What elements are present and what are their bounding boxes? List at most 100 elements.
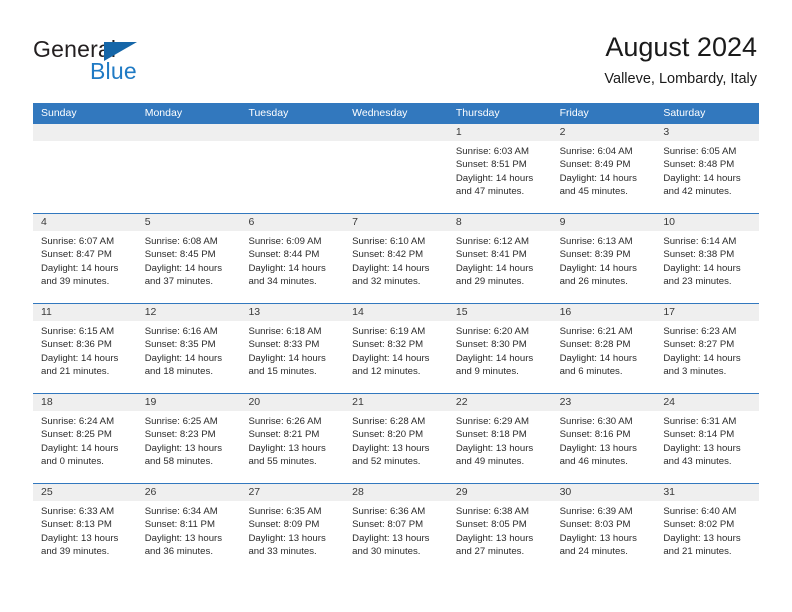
day-cell[interactable]: 7 Sunrise: 6:10 AM Sunset: 8:42 PM Daylight… bbox=[344, 214, 448, 303]
weekday-header-sunday: Sunday bbox=[41, 107, 77, 119]
day-cell[interactable]: 30 Sunrise: 6:39 AM Sunset: 8:03 PM Dayligh… bbox=[551, 484, 656, 573]
day-number: 9 bbox=[551, 214, 656, 231]
day-detail-line: Daylight: 13 hours bbox=[144, 442, 223, 454]
day-details: Sunrise: 6:34 AM Sunset: 8:11 PM Daylight:… bbox=[137, 501, 241, 559]
day-cell[interactable]: 25 Sunrise: 6:33 AM Sunset: 8:13 PM Dayligh… bbox=[33, 484, 137, 573]
day-cell[interactable]: 12 Sunrise: 6:16 AM Sunset: 8:35 PM Dayligh… bbox=[136, 304, 241, 393]
day-cell[interactable]: 13 Sunrise: 6:18 AM Sunset: 8:33 PM Dayligh… bbox=[240, 304, 345, 393]
day-details: Sunrise: 6:33 AM Sunset: 8:13 PM Daylight:… bbox=[33, 501, 137, 559]
day-cell[interactable]: 19 Sunrise: 6:25 AM Sunset: 8:23 PM Dayligh… bbox=[136, 394, 241, 483]
day-cell[interactable]: 15 Sunrise: 6:20 AM Sunset: 8:30 PM Dayligh… bbox=[447, 304, 552, 393]
day-details bbox=[240, 141, 344, 145]
day-detail-line: and 26 minutes. bbox=[559, 276, 628, 288]
calendar-week-row: 11 Sunrise: 6:15 AM Sunset: 8:36 PM Dayligh… bbox=[33, 303, 760, 393]
day-number: 11 bbox=[33, 304, 137, 321]
day-detail-line: and 30 minutes. bbox=[352, 546, 421, 558]
day-details: Sunrise: 6:05 AM Sunset: 8:48 PM Daylight:… bbox=[655, 141, 759, 199]
day-number: 7 bbox=[344, 214, 448, 231]
day-cell[interactable]: 9 Sunrise: 6:13 AM Sunset: 8:39 PM Daylight… bbox=[551, 214, 656, 303]
day-number: 16 bbox=[551, 304, 656, 321]
day-detail-line: Sunset: 8:39 PM bbox=[559, 249, 631, 261]
day-detail-line: and 39 minutes. bbox=[41, 276, 110, 288]
day-cell[interactable]: 17 Sunrise: 6:23 AM Sunset: 8:27 PM Dayligh… bbox=[655, 304, 760, 393]
day-details: Sunrise: 6:14 AM Sunset: 8:38 PM Daylight:… bbox=[655, 231, 759, 289]
day-detail-line: Sunset: 8:45 PM bbox=[144, 249, 216, 261]
day-details: Sunrise: 6:25 AM Sunset: 8:23 PM Daylight:… bbox=[137, 411, 241, 469]
day-details: Sunrise: 6:08 AM Sunset: 8:45 PM Daylight:… bbox=[137, 231, 241, 289]
day-details: Sunrise: 6:16 AM Sunset: 8:35 PM Daylight:… bbox=[137, 321, 241, 379]
day-detail-line: Sunset: 8:49 PM bbox=[559, 159, 631, 171]
day-detail-line: Daylight: 13 hours bbox=[352, 532, 430, 544]
day-detail-line: Daylight: 13 hours bbox=[144, 532, 223, 544]
page-subtitle: Valleve, Lombardy, Italy bbox=[604, 71, 757, 87]
day-cell[interactable]: 20 Sunrise: 6:26 AM Sunset: 8:21 PM Dayligh… bbox=[240, 394, 345, 483]
calendar-week-inner: 18 Sunrise: 6:24 AM Sunset: 8:25 PM Dayligh… bbox=[33, 394, 760, 483]
day-cell[interactable]: 1 Sunrise: 6:03 AM Sunset: 8:51 PM Daylight… bbox=[447, 124, 552, 213]
day-detail-line: Sunset: 8:38 PM bbox=[663, 249, 735, 261]
day-detail-line: Sunrise: 6:04 AM bbox=[559, 146, 633, 157]
day-detail-line: Sunset: 8:16 PM bbox=[559, 429, 631, 441]
day-cell[interactable]: 16 Sunrise: 6:21 AM Sunset: 8:28 PM Dayligh… bbox=[551, 304, 656, 393]
day-number: 10 bbox=[655, 214, 760, 231]
day-detail-line: Daylight: 13 hours bbox=[663, 442, 741, 454]
day-cell[interactable]: 6 Sunrise: 6:09 AM Sunset: 8:44 PM Daylight… bbox=[240, 214, 345, 303]
day-number: 12 bbox=[136, 304, 241, 321]
day-detail-line: Daylight: 14 hours bbox=[144, 352, 223, 364]
calendar-week-row: 4 Sunrise: 6:07 AM Sunset: 8:47 PM Daylight… bbox=[33, 213, 760, 303]
day-cell[interactable]: 4 Sunrise: 6:07 AM Sunset: 8:47 PM Daylight… bbox=[33, 214, 137, 303]
day-number: 15 bbox=[447, 304, 552, 321]
day-cell[interactable]: 28 Sunrise: 6:36 AM Sunset: 8:07 PM Dayligh… bbox=[344, 484, 448, 573]
day-cell[interactable]: 3 Sunrise: 6:05 AM Sunset: 8:48 PM Daylight… bbox=[655, 124, 760, 213]
day-detail-line: and 18 minutes. bbox=[144, 366, 213, 378]
day-cell[interactable]: 31 Sunrise: 6:40 AM Sunset: 8:02 PM Dayligh… bbox=[655, 484, 760, 573]
day-number: 13 bbox=[240, 304, 345, 321]
weekday-header-saturday: Saturday bbox=[663, 107, 706, 119]
day-cell[interactable]: 24 Sunrise: 6:31 AM Sunset: 8:14 PM Dayligh… bbox=[655, 394, 760, 483]
page-header: General Blue August 2024 Valleve, Lombar… bbox=[0, 0, 792, 103]
day-detail-line: and 27 minutes. bbox=[455, 546, 525, 558]
day-cell[interactable]: 22 Sunrise: 6:29 AM Sunset: 8:18 PM Dayligh… bbox=[447, 394, 552, 483]
day-details: Sunrise: 6:40 AM Sunset: 8:02 PM Daylight:… bbox=[655, 501, 759, 559]
day-details: Sunrise: 6:18 AM Sunset: 8:33 PM Daylight:… bbox=[240, 321, 344, 379]
day-detail-line: Daylight: 14 hours bbox=[41, 352, 119, 364]
day-cell[interactable]: 11 Sunrise: 6:15 AM Sunset: 8:36 PM Dayligh… bbox=[33, 304, 137, 393]
day-cell[interactable]: 2 Sunrise: 6:04 AM Sunset: 8:49 PM Daylight… bbox=[551, 124, 656, 213]
day-detail-line: and 36 minutes. bbox=[144, 546, 213, 558]
day-detail-line: and 43 minutes. bbox=[663, 456, 732, 468]
day-cell[interactable]: 8 Sunrise: 6:12 AM Sunset: 8:41 PM Daylight… bbox=[447, 214, 552, 303]
day-detail-line: and 34 minutes. bbox=[248, 276, 317, 288]
day-detail-line: Sunrise: 6:03 AM bbox=[455, 146, 529, 157]
day-detail-line: Sunset: 8:48 PM bbox=[663, 159, 735, 171]
day-cell[interactable]: 21 Sunrise: 6:28 AM Sunset: 8:20 PM Dayligh… bbox=[344, 394, 448, 483]
day-detail-line: and 24 minutes. bbox=[559, 546, 628, 558]
day-detail-line: Sunset: 8:28 PM bbox=[559, 339, 631, 351]
day-detail-line: Sunrise: 6:29 AM bbox=[455, 416, 529, 427]
title-block: August 2024 Valleve, Lombardy, Italy bbox=[604, 30, 757, 90]
day-detail-line: Sunrise: 6:08 AM bbox=[144, 236, 218, 247]
brand-logo[interactable]: General Blue bbox=[33, 36, 213, 88]
day-detail-line: and 58 minutes. bbox=[144, 456, 213, 468]
day-detail-line: Daylight: 14 hours bbox=[663, 262, 741, 274]
day-cell[interactable]: 27 Sunrise: 6:35 AM Sunset: 8:09 PM Dayligh… bbox=[240, 484, 345, 573]
day-cell[interactable]: 29 Sunrise: 6:38 AM Sunset: 8:05 PM Dayligh… bbox=[447, 484, 552, 573]
page-title: August 2024 bbox=[605, 32, 757, 62]
day-cell[interactable]: 5 Sunrise: 6:08 AM Sunset: 8:45 PM Daylight… bbox=[136, 214, 241, 303]
day-cell[interactable]: 18 Sunrise: 6:24 AM Sunset: 8:25 PM Dayligh… bbox=[33, 394, 137, 483]
day-detail-line: Sunset: 8:09 PM bbox=[248, 519, 320, 531]
day-details: Sunrise: 6:31 AM Sunset: 8:14 PM Daylight:… bbox=[655, 411, 759, 469]
day-detail-line: Sunrise: 6:12 AM bbox=[455, 236, 529, 247]
day-cell-empty bbox=[33, 124, 137, 213]
day-number: 14 bbox=[344, 304, 448, 321]
weekday-header-thursday: Thursday bbox=[455, 107, 500, 119]
day-cell[interactable]: 26 Sunrise: 6:34 AM Sunset: 8:11 PM Dayligh… bbox=[136, 484, 241, 573]
day-detail-line: Sunrise: 6:15 AM bbox=[41, 326, 115, 337]
day-cell[interactable]: 14 Sunrise: 6:19 AM Sunset: 8:32 PM Dayligh… bbox=[344, 304, 448, 393]
day-detail-line: and 32 minutes. bbox=[352, 276, 421, 288]
day-detail-line: Sunrise: 6:39 AM bbox=[559, 506, 633, 517]
day-details: Sunrise: 6:20 AM Sunset: 8:30 PM Daylight:… bbox=[448, 321, 552, 379]
day-cell[interactable]: 10 Sunrise: 6:14 AM Sunset: 8:38 PM Dayligh… bbox=[655, 214, 760, 303]
day-detail-line: and 49 minutes. bbox=[455, 456, 525, 468]
day-cell[interactable]: 23 Sunrise: 6:30 AM Sunset: 8:16 PM Dayligh… bbox=[551, 394, 656, 483]
day-detail-line: Sunset: 8:32 PM bbox=[352, 339, 424, 351]
day-detail-line: and 3 minutes. bbox=[663, 366, 727, 378]
